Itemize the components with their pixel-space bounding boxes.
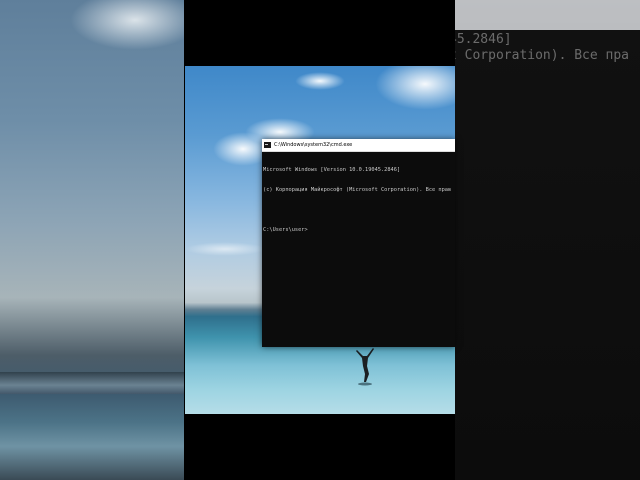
console-line: Microsoft Windows [Version 10.0.19045.28… (263, 167, 401, 174)
blurred-terminal-right: 45.2846] t Corporation). Все пра (455, 0, 640, 480)
console-line-empty (263, 207, 455, 214)
cmd-icon (264, 142, 271, 148)
blurred-wallpaper-left (0, 0, 184, 480)
blurred-sea (0, 372, 184, 394)
console-output[interactable]: Microsoft Windows [Version 10.0.19045.28… (262, 152, 455, 246)
window-title: C:\Windows\system32\cmd.exe (274, 142, 353, 148)
command-prompt[interactable]: C:\Users\user> (263, 227, 455, 234)
cmd-window[interactable]: C:\Windows\system32\cmd.exe Microsoft Wi… (262, 139, 455, 347)
person-silhouette (356, 348, 374, 386)
blurred-console-line: 45.2846] (455, 32, 512, 47)
cmd-titlebar[interactable]: C:\Windows\system32\cmd.exe (262, 139, 455, 152)
blurred-cloud (70, 0, 184, 50)
blurred-console-line: t Corporation). Все пра (455, 48, 630, 63)
cloud (185, 242, 265, 256)
cloud (295, 72, 345, 90)
cloud (375, 66, 455, 110)
console-line: (c) Корпорация Майкрософт (Microsoft Cor… (263, 186, 452, 193)
blurred-titlebar (455, 0, 640, 30)
